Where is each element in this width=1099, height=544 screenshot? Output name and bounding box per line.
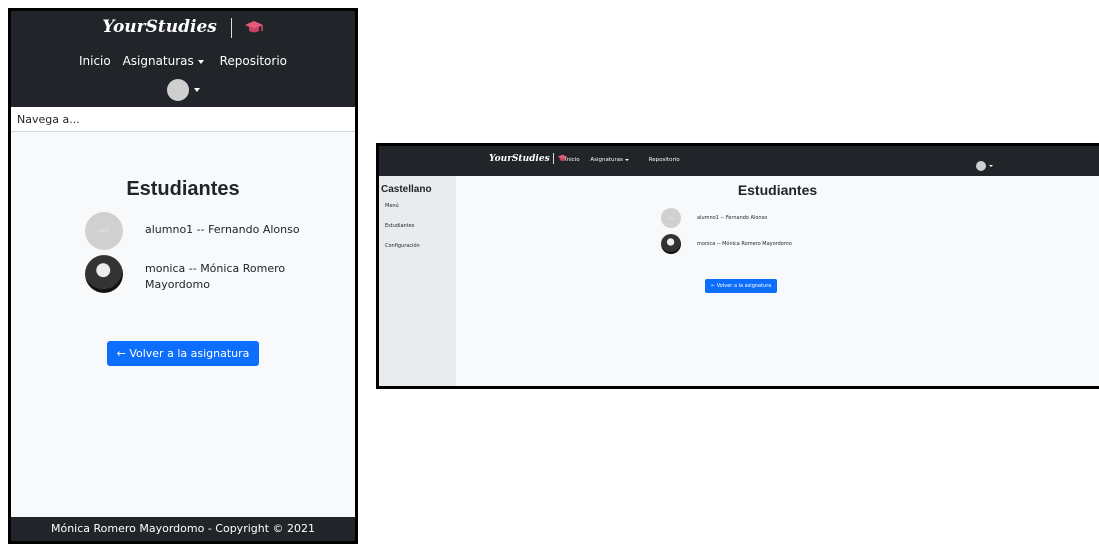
student-name: monica -- Mónica Romero Mayordomo: [697, 241, 792, 247]
sidebar-title: Castellano: [381, 184, 432, 195]
nav-subjects-label: Asignaturas: [122, 54, 194, 68]
user-menu[interactable]: [11, 79, 355, 101]
main-content: Estudiantes user alumno1 -- Fernando Alo…: [456, 176, 1099, 386]
chevron-down-icon: [197, 59, 204, 64]
brand-name: YourStudies: [102, 17, 217, 37]
sidebar-item-students[interactable]: Estudiantes: [379, 219, 456, 239]
chevron-down-icon: [624, 158, 629, 161]
navbar: YourStudies Inicio Asignaturas Repositor…: [379, 146, 1099, 176]
chevron-down-icon: [193, 88, 200, 92]
sidebar: Castellano Menú Estudiantes Configuració…: [379, 176, 456, 386]
avatar: [85, 255, 123, 293]
list-item: user alumno1 -- Fernando Alonso: [11, 207, 355, 255]
page-title: Estudiantes: [126, 178, 240, 200]
sidebar-item-menu[interactable]: Menú: [379, 199, 456, 219]
nav-links: Inicio Asignaturas Repositorio: [11, 54, 355, 68]
avatar: user: [661, 208, 681, 228]
mobile-view: YourStudies Inicio Asignaturas Repositor…: [8, 8, 358, 544]
brand[interactable]: YourStudies: [11, 17, 355, 38]
avatar: [976, 160, 986, 171]
footer: Mónica Romero Mayordomo - Copyright © 20…: [11, 517, 355, 541]
student-name: alumno1 -- Fernando Alonso: [697, 215, 768, 221]
user-menu[interactable]: [976, 155, 993, 174]
brand-name: YourStudies: [489, 154, 550, 164]
avatar: [166, 79, 189, 101]
page-title: Estudiantes: [737, 182, 818, 198]
brand[interactable]: YourStudies: [489, 153, 568, 164]
navbar: YourStudies Inicio Asignaturas Repositor…: [11, 11, 355, 107]
nav-subjects[interactable]: Asignaturas: [590, 157, 638, 163]
back-to-subject-button[interactable]: ← Volver a la asignatura: [106, 341, 260, 366]
chevron-down-icon: [989, 164, 993, 167]
avatar: user: [85, 212, 123, 250]
nav-subjects[interactable]: Asignaturas: [123, 54, 208, 68]
search-input[interactable]: Navega a...: [11, 107, 355, 132]
nav-repository[interactable]: Repositorio: [220, 54, 287, 68]
brand-divider: [230, 17, 232, 38]
nav-repository[interactable]: Repositorio: [649, 157, 680, 163]
graduation-cap-icon: [244, 20, 263, 32]
back-to-subject-button[interactable]: ← Volver a la asignatura: [705, 279, 778, 293]
nav-home[interactable]: Inicio: [79, 54, 111, 68]
nav-home[interactable]: Inicio: [565, 157, 580, 163]
nav-subjects-label: Asignaturas: [590, 157, 623, 163]
main-content: Estudiantes user alumno1 -- Fernando Alo…: [11, 178, 355, 366]
avatar: [661, 234, 681, 254]
sidebar-item-settings[interactable]: Configuración: [379, 239, 456, 259]
student-name: alumno1 -- Fernando Alonso: [145, 223, 300, 236]
brand-divider: [552, 153, 554, 164]
list-item: monica -- Mónica Romero Mayordomo: [11, 255, 355, 311]
nav-links: Inicio Asignaturas Repositorio: [565, 157, 689, 163]
student-name: monica -- Mónica Romero Mayordomo: [145, 262, 286, 291]
desktop-view: YourStudies Inicio Asignaturas Repositor…: [376, 143, 1099, 389]
